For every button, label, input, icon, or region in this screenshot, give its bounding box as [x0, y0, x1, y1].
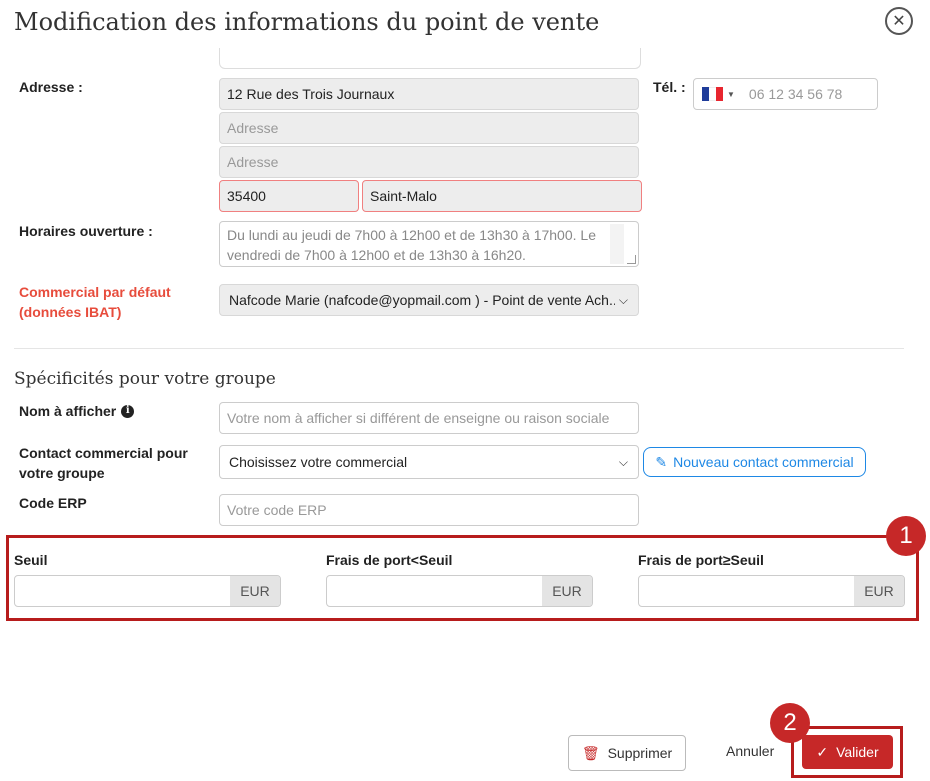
pencil-icon: ✎ — [655, 453, 668, 470]
address-line2-input[interactable]: Adresse — [219, 112, 639, 144]
shipping-above-currency-addon: EUR — [854, 576, 904, 606]
seuil-label: Seuil — [14, 552, 48, 568]
address-label: Adresse : — [19, 79, 83, 95]
shipping-above-input-group[interactable]: EUR — [638, 575, 905, 607]
close-icon: ✕ — [892, 13, 906, 30]
erp-placeholder: Votre code ERP — [227, 502, 327, 518]
phone-placeholder: 06 12 34 56 78 — [748, 86, 843, 102]
hours-textarea[interactable]: Du lundi au jeudi de 7h00 à 12h00 et de … — [219, 221, 639, 267]
cancel-button[interactable]: Annuler — [726, 743, 774, 759]
address-line1-input[interactable]: 12 Rue des Trois Journaux — [219, 78, 639, 110]
seuil-input-group[interactable]: EUR — [14, 575, 281, 607]
hours-label: Horaires ouverture : — [19, 223, 153, 239]
textarea-scrollbar[interactable] — [610, 224, 624, 264]
section-divider — [14, 348, 904, 349]
postal-code-input[interactable]: 35400 — [219, 180, 359, 212]
contact-select-value: Choisissez votre commercial — [229, 454, 408, 470]
chevron-down-icon: ⌵ — [618, 292, 628, 307]
address-line3-placeholder: Adresse — [227, 154, 279, 170]
france-flag-icon[interactable] — [702, 87, 723, 101]
city-value: Saint-Malo — [370, 188, 437, 204]
display-name-label: Nom à afficher i — [19, 401, 135, 421]
display-name-input[interactable]: Votre nom à afficher si différent de ens… — [219, 402, 639, 434]
shipping-below-label: Frais de port<Seuil — [326, 552, 453, 568]
address-line3-input[interactable]: Adresse — [219, 146, 639, 178]
new-contact-button[interactable]: ✎ Nouveau contact commercial — [643, 447, 866, 477]
delete-button[interactable]: 🗑 Supprimer — [568, 735, 686, 771]
default-sales-label-line1: Commercial par défaut — [19, 284, 171, 300]
info-icon[interactable]: i — [121, 404, 135, 418]
shipping-above-input[interactable] — [639, 576, 854, 606]
display-name-label-text: Nom à afficher — [19, 403, 117, 419]
validate-button[interactable]: ✓ Valider — [802, 735, 893, 769]
seuil-currency-addon: EUR — [230, 576, 280, 606]
close-button[interactable]: ✕ — [885, 7, 913, 35]
shipping-below-input[interactable] — [327, 576, 542, 606]
modal-title: Modification des informations du point d… — [14, 8, 600, 36]
trash-icon: 🗑 — [581, 744, 600, 761]
default-sales-label-line2: (données IBAT) — [19, 304, 122, 320]
hours-placeholder: Du lundi au jeudi de 7h00 à 12h00 et de … — [227, 227, 596, 263]
contact-select[interactable]: Choisissez votre commercial ⌵ — [219, 445, 639, 479]
address-line2-placeholder: Adresse — [227, 120, 279, 136]
annotation-badge-1: 1 — [886, 516, 926, 556]
delete-button-label: Supprimer — [607, 745, 673, 761]
erp-input[interactable]: Votre code ERP — [219, 494, 639, 526]
default-sales-select[interactable]: Nafcode Marie (nafcode@yopmail.com ) - P… — [219, 284, 639, 316]
shipping-above-label: Frais de port≥Seuil — [638, 552, 764, 568]
validate-button-label: Valider — [836, 744, 879, 760]
shipping-below-input-group[interactable]: EUR — [326, 575, 593, 607]
previous-field-bottom — [219, 48, 641, 69]
default-sales-value: Nafcode Marie (nafcode@yopmail.com ) - P… — [229, 292, 615, 308]
display-name-placeholder: Votre nom à afficher si différent de ens… — [227, 410, 610, 426]
city-input[interactable]: Saint-Malo — [362, 180, 642, 212]
phone-label: Tél. : — [653, 79, 686, 95]
annotation-badge-2: 2 — [770, 703, 810, 743]
group-section-title: Spécificités pour votre groupe — [14, 369, 276, 389]
contact-label-line2: votre groupe — [19, 465, 105, 481]
shipping-below-currency-addon: EUR — [542, 576, 592, 606]
erp-label: Code ERP — [19, 495, 87, 511]
contact-label-line1: Contact commercial pour — [19, 445, 188, 461]
phone-input[interactable]: ▼ 06 12 34 56 78 — [693, 78, 878, 110]
chevron-down-icon[interactable]: ▼ — [727, 90, 735, 99]
seuil-input[interactable] — [15, 576, 230, 606]
postal-code-value: 35400 — [227, 188, 266, 204]
textarea-resize-handle[interactable] — [627, 255, 636, 264]
address-line1-value: 12 Rue des Trois Journaux — [227, 86, 395, 102]
new-contact-button-label: Nouveau contact commercial — [673, 454, 854, 470]
checkmark-icon: ✓ — [816, 743, 829, 760]
chevron-down-icon: ⌵ — [618, 454, 628, 469]
